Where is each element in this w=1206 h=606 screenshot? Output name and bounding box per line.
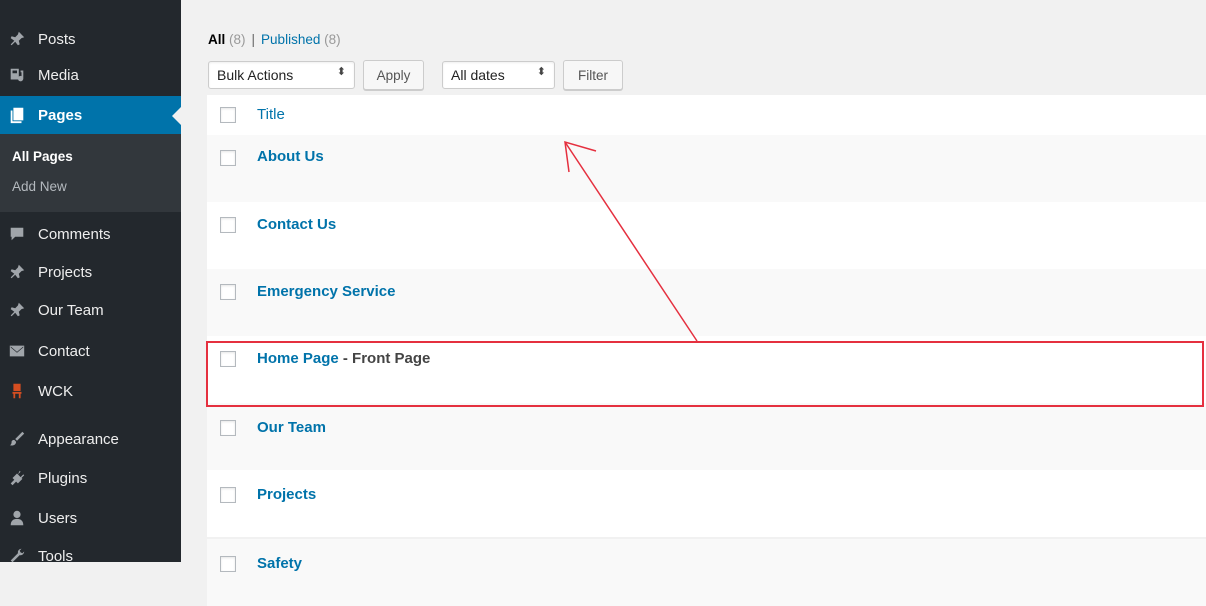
admin-sidebar: Posts Media Pages All Pages Add New Comm… <box>0 0 181 565</box>
page-title-link[interactable]: Emergency Service <box>257 283 395 300</box>
sidebar-item-appearance[interactable]: Appearance <box>0 420 181 458</box>
sidebar-item-label: Our Team <box>38 301 104 319</box>
apply-button[interactable]: Apply <box>363 60 424 90</box>
sidebar-item-label: Comments <box>38 225 111 243</box>
brush-icon <box>2 430 32 448</box>
chair-icon <box>2 382 32 400</box>
sidebar-item-label: Posts <box>38 30 76 48</box>
sidebar-item-wck[interactable]: WCK <box>0 372 181 410</box>
sidebar-item-users[interactable]: Users <box>0 499 181 537</box>
sidebar-item-media[interactable]: Media <box>0 56 181 94</box>
select-arrows-icon: ⬍ <box>536 66 546 78</box>
sidebar-item-label: Users <box>38 509 78 527</box>
submenu-all-pages[interactable]: All Pages <box>12 149 73 164</box>
sidebar-item-tools[interactable]: Tools <box>0 537 181 575</box>
row-checkbox[interactable] <box>220 217 236 233</box>
sidebar-item-label: Projects <box>38 263 93 281</box>
title-column-header[interactable]: Title <box>257 106 285 123</box>
sidebar-item-pages[interactable]: Pages <box>0 96 181 134</box>
sidebar-item-label: Appearance <box>38 430 119 448</box>
sidebar-item-projects[interactable]: Projects <box>0 253 181 291</box>
submenu-add-new[interactable]: Add New <box>12 179 67 194</box>
select-arrows-icon: ⬍ <box>336 66 346 78</box>
table-row: About Us <box>207 135 1206 202</box>
sidebar-item-label: Media <box>38 66 79 84</box>
sidebar-item-label: Pages <box>38 106 83 124</box>
row-checkbox[interactable] <box>220 487 236 503</box>
row-checkbox[interactable] <box>220 420 236 436</box>
mail-icon <box>2 342 32 360</box>
sidebar-item-plugins[interactable]: Plugins <box>0 459 181 497</box>
page-title-link[interactable]: Our Team <box>257 419 326 436</box>
user-icon <box>2 509 32 527</box>
status-filter-links: All (8) | Published (8) <box>208 32 341 47</box>
dates-filter-select[interactable]: All dates ⬍ <box>442 61 555 89</box>
page-title-link[interactable]: About Us <box>257 148 324 165</box>
filter-published-link[interactable]: Published (8) <box>261 32 341 47</box>
table-row: Contact Us <box>207 202 1206 269</box>
row-checkbox[interactable] <box>220 284 236 300</box>
row-checkbox[interactable] <box>220 556 236 572</box>
comment-icon <box>2 225 32 243</box>
filter-button[interactable]: Filter <box>563 60 623 90</box>
sidebar-item-our-team[interactable]: Our Team <box>0 291 181 329</box>
select-all-checkbox[interactable] <box>220 107 236 123</box>
pin-icon <box>2 30 32 48</box>
sidebar-item-comments[interactable]: Comments <box>0 215 181 253</box>
annotation-highlight-box <box>206 341 1204 407</box>
plug-icon <box>2 469 32 487</box>
sidebar-item-label: Plugins <box>38 469 88 487</box>
table-row: Our Team <box>207 403 1206 470</box>
page-title-link[interactable]: Safety <box>257 555 302 572</box>
filter-all-link[interactable]: All (8) <box>208 32 246 47</box>
pages-submenu: All Pages Add New <box>0 134 181 212</box>
filter-separator: | <box>251 32 256 47</box>
sidebar-item-posts[interactable]: Posts <box>0 20 181 58</box>
sidebar-item-label: Contact <box>38 342 90 360</box>
page-title-link[interactable]: Contact Us <box>257 216 336 233</box>
bulk-actions-select[interactable]: Bulk Actions ⬍ <box>208 61 355 89</box>
table-header: Title <box>207 95 1206 136</box>
table-row: Safety <box>207 539 1206 606</box>
pages-icon <box>2 106 32 124</box>
row-checkbox[interactable] <box>220 150 236 166</box>
table-row: Emergency Service <box>207 269 1206 336</box>
wrench-icon <box>2 547 32 565</box>
pin-icon <box>2 263 32 281</box>
sidebar-item-contact[interactable]: Contact <box>0 332 181 370</box>
table-row: Projects <box>207 470 1206 537</box>
sidebar-item-label: WCK <box>38 382 73 400</box>
current-menu-arrow <box>172 107 181 125</box>
pages-list-main: All (8) | Published (8) Bulk Actions ⬍ App… <box>181 0 1206 606</box>
page-title-link[interactable]: Projects <box>257 486 316 503</box>
pin-icon <box>2 301 32 319</box>
media-icon <box>2 66 32 84</box>
